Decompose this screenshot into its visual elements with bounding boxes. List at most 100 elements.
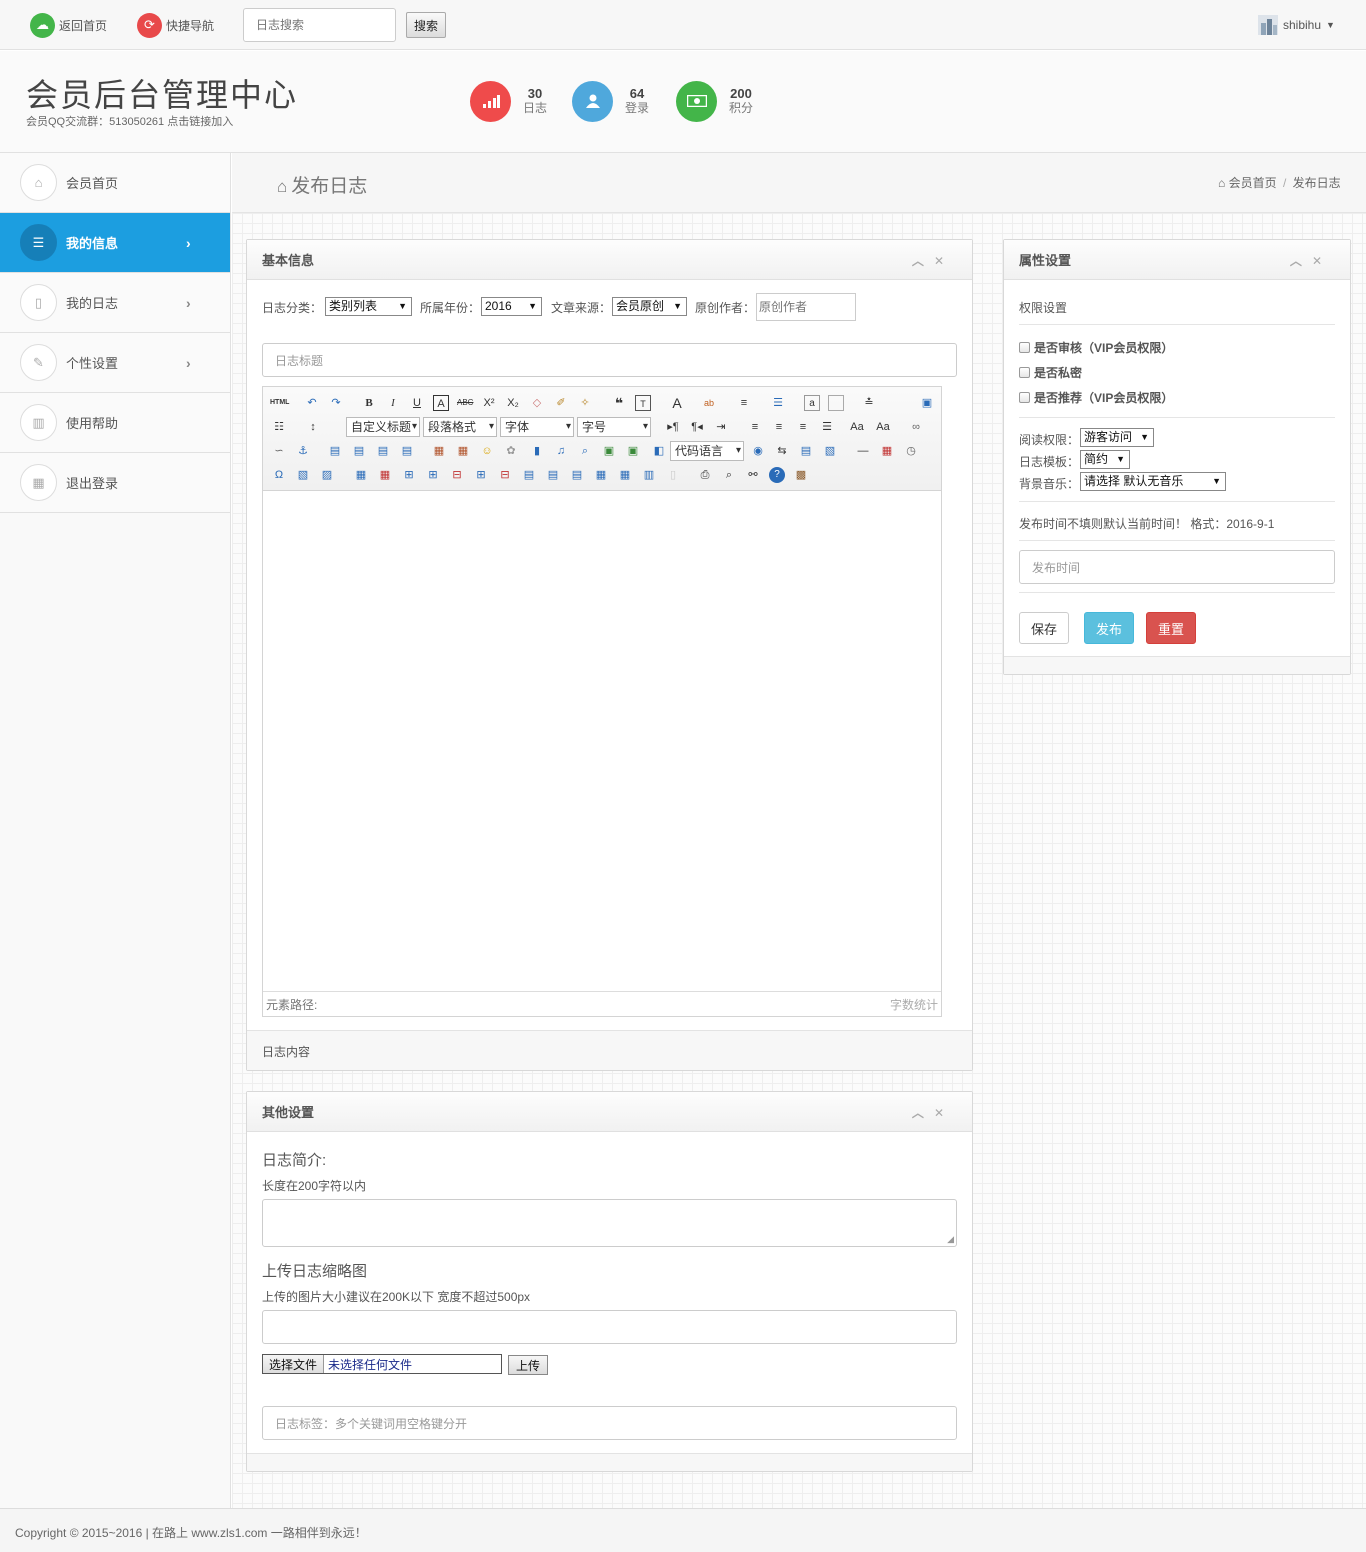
music-icon[interactable]: ♫ [553, 443, 569, 459]
checkbox-box[interactable] [1019, 342, 1030, 353]
image-center-icon[interactable]: ▤ [399, 443, 415, 459]
rich-text-editor[interactable]: HTML ↶ ↷ B I U A ABC X² X₂ ◇ ✐ ✧ ❝ T A a… [262, 386, 942, 1017]
close-icon[interactable]: ✕ [1312, 254, 1332, 268]
link-icon[interactable]: ∞ [908, 419, 924, 435]
site-subtitle[interactable]: 会员QQ交流群：513050261 点击链接加入 [26, 113, 233, 129]
quicknav-link[interactable]: ⟳ 快捷导航 [137, 12, 214, 38]
paragraph-spacing-icon[interactable]: ☷ [271, 419, 287, 435]
image-none-icon[interactable]: ▤ [327, 443, 343, 459]
unordered-list-icon[interactable]: ☰ [770, 395, 786, 411]
summary-textarea[interactable]: ◢ [262, 1199, 957, 1247]
subscript-icon[interactable]: X₂ [505, 395, 521, 411]
collapse-icon[interactable]: ︿ [912, 254, 934, 268]
page-break-icon[interactable]: ⇆ [774, 443, 790, 459]
sidebar-item-my-info[interactable]: ☰ 我的信息 › [0, 213, 230, 273]
unlink-icon[interactable]: ∽ [271, 443, 287, 459]
background-icon[interactable]: ▧ [822, 443, 838, 459]
checkbox-box[interactable] [1019, 392, 1030, 403]
rtl-icon[interactable]: ¶◂ [689, 419, 705, 435]
time-icon[interactable]: ◷ [903, 443, 919, 459]
align-right-icon[interactable]: ≡ [795, 419, 811, 435]
sidebar-item-home[interactable]: ⌂ 会员首页 [0, 153, 230, 213]
breadcrumb-home[interactable]: 会员首页 [1229, 176, 1277, 190]
indent-icon[interactable]: ⇥ [713, 419, 729, 435]
highlight-icon[interactable]: ab [701, 395, 717, 411]
help-icon[interactable]: ? [769, 467, 785, 483]
category-select[interactable]: 类别列表 [325, 297, 412, 316]
font-size-select[interactable]: 字号 [577, 417, 651, 437]
scrawl-icon[interactable]: ✿ [503, 443, 519, 459]
paste-text-icon[interactable]: T [635, 395, 651, 411]
row-spacing-icon[interactable]: ≛ [861, 395, 877, 411]
auto-format-icon[interactable]: ✧ [577, 395, 593, 411]
checkbox-box[interactable] [1019, 367, 1030, 378]
zoom-preview-icon[interactable]: ⌕ [721, 467, 737, 483]
split-cells-icon[interactable]: ▦ [593, 467, 609, 483]
template-select[interactable]: 简约 [1080, 450, 1130, 469]
search-input[interactable] [243, 8, 396, 42]
code-language-select[interactable]: 代码语言 [670, 441, 744, 461]
music-select[interactable]: 请选择 默认无音乐 [1080, 472, 1226, 491]
tags-input[interactable]: 日志标签：多个关键词用空格键分开 [262, 1406, 957, 1440]
uppercase-icon[interactable]: Aa [849, 419, 865, 435]
binoculars-icon[interactable]: ⚯ [745, 467, 761, 483]
split-rows-icon[interactable]: ▦ [617, 467, 633, 483]
superscript-icon[interactable]: X² [481, 395, 497, 411]
merge-cells-icon[interactable]: ▤ [521, 467, 537, 483]
ltr-icon[interactable]: ▸¶ [665, 419, 681, 435]
reset-button[interactable]: 重置 [1146, 612, 1196, 644]
strikethrough-icon[interactable]: ABC [457, 395, 473, 411]
sidebar-item-my-blog[interactable]: ▯ 我的日志 › [0, 273, 230, 333]
search-replace-icon[interactable]: ▧ [295, 467, 311, 483]
multi-image-icon[interactable]: ▦ [455, 443, 471, 459]
html-source-icon[interactable]: HTML [270, 395, 289, 411]
insert-row-icon[interactable]: ⊞ [425, 467, 441, 483]
sidebar-item-help[interactable]: ▥ 使用帮助 [0, 393, 230, 453]
publish-button[interactable]: 发布 [1084, 612, 1134, 644]
gmap-icon[interactable]: ▣ [625, 443, 641, 459]
delete-table-icon[interactable]: ▦ [377, 467, 393, 483]
video-icon[interactable]: ▮ [529, 443, 545, 459]
font-border-icon[interactable]: A [433, 395, 449, 411]
emotion-icon[interactable]: ☺ [479, 443, 495, 459]
font-color-icon[interactable]: A [669, 395, 685, 411]
drafts-icon[interactable]: ▩ [793, 467, 809, 483]
insert-image-icon[interactable]: ▦ [431, 443, 447, 459]
split-cols-icon[interactable]: ▥ [641, 467, 657, 483]
sidebar-item-personalize[interactable]: ✎ 个性设置 › [0, 333, 230, 393]
paragraph-select[interactable]: 段落格式 [423, 417, 497, 437]
preview-icon[interactable]: ▣ [919, 395, 935, 411]
justify-icon[interactable]: ☰ [819, 419, 835, 435]
recommend-checkbox[interactable]: 是否推荐（VIP会员权限） [1019, 389, 1173, 406]
date-icon[interactable]: ▦ [879, 443, 895, 459]
attachment-icon[interactable]: ⌕ [577, 443, 593, 459]
read-permission-select[interactable]: 游客访问 [1080, 428, 1154, 447]
custom-title-select[interactable]: 自定义标题 [346, 417, 420, 437]
insert-table-icon[interactable]: ▦ [353, 467, 369, 483]
close-icon[interactable]: ✕ [934, 254, 954, 268]
format-brush-icon[interactable]: ✐ [553, 395, 569, 411]
underline-icon[interactable]: U [409, 395, 425, 411]
map-icon[interactable]: ▣ [601, 443, 617, 459]
home-link[interactable]: ☁ 返回首页 [30, 12, 107, 38]
publish-time-input[interactable]: 发布时间 [1019, 550, 1335, 584]
save-button[interactable]: 保存 [1019, 612, 1069, 644]
insert-col-icon[interactable]: ⊞ [473, 467, 489, 483]
file-chooser[interactable]: 选择文件 未选择任何文件 [262, 1354, 502, 1374]
lowercase-icon[interactable]: Aa [875, 419, 891, 435]
blockquote-icon[interactable]: ❝ [611, 395, 627, 411]
delete-row-icon[interactable]: ⊟ [449, 467, 465, 483]
template-icon[interactable]: ▤ [798, 443, 814, 459]
upload-button[interactable]: 上传 [508, 1355, 548, 1375]
thumbnail-path-input[interactable] [262, 1310, 957, 1344]
insert-frame-icon[interactable]: ◧ [651, 443, 667, 459]
ordered-list-icon[interactable]: ≡ [736, 395, 752, 411]
source-select[interactable]: 会员原创 [612, 297, 687, 316]
merge-right-icon[interactable]: ▤ [545, 467, 561, 483]
selectall-icon[interactable]: a [804, 395, 820, 411]
word-image-icon[interactable]: ▨ [319, 467, 335, 483]
insert-paragraph-icon[interactable]: ⊞ [401, 467, 417, 483]
blog-title-input[interactable]: 日志标题 [262, 343, 957, 377]
review-checkbox[interactable]: 是否审核（VIP会员权限） [1019, 339, 1173, 356]
clear-doc-icon[interactable] [828, 395, 844, 411]
